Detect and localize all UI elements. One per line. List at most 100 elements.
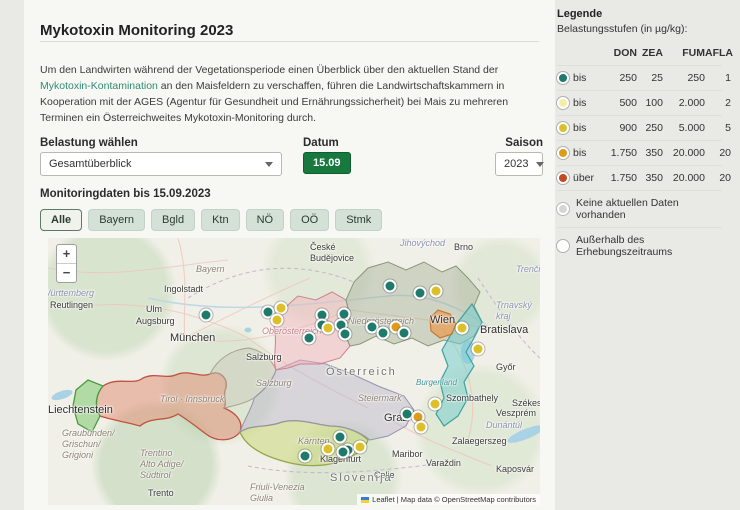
saison-select[interactable]: 2023 <box>495 152 543 176</box>
tab-stmk[interactable]: Stmk <box>335 209 382 231</box>
map-attribution: Leaflet | Map data © OpenStreetMap contr… <box>357 494 540 505</box>
legend-value-don: 1.750 <box>599 172 637 184</box>
monitoring-marker-l3[interactable] <box>415 421 428 434</box>
zoom-out-button[interactable]: − <box>57 263 76 282</box>
legend-extra-row: Keine aktuellen Daten vorhanden <box>557 191 722 228</box>
monitoring-marker-l3[interactable] <box>322 443 335 456</box>
legend-row: bis9002505.0005 <box>557 116 722 141</box>
monitoring-marker-l3[interactable] <box>322 322 335 335</box>
map-label: Trentino Alto Adige/ Südtirol <box>140 448 183 480</box>
legend-sidebar: Legende Belastungsstufen (in µg/kg): DON… <box>557 8 722 264</box>
map-label: Ingolstadt <box>164 284 203 295</box>
saison-label: Saison <box>463 137 543 149</box>
monitoring-marker-l1[interactable] <box>334 431 347 444</box>
monitoring-marker-l3[interactable] <box>271 314 284 327</box>
map-label: Zalaegerszeg <box>452 436 507 447</box>
legend-value-zea: 250 <box>637 122 663 134</box>
monitoring-note: Monitoringdaten bis 15.09.2023 <box>40 188 211 200</box>
belastung-label: Belastung wählen <box>40 137 138 149</box>
map-label: Székesfehérvár <box>512 398 540 409</box>
legend-value-zea: 100 <box>637 97 663 109</box>
map-label: Trento <box>148 488 174 499</box>
monitoring-marker-l1[interactable] <box>377 327 390 340</box>
map-label: Wien <box>430 314 455 327</box>
chevron-down-icon <box>536 162 544 167</box>
map-label: Österreich <box>326 366 397 379</box>
tab-nö[interactable]: NÖ <box>246 209 285 231</box>
datum-badge[interactable]: 15.09 <box>303 152 351 174</box>
legend-value-fum: 5.000 <box>663 122 705 134</box>
tab-alle[interactable]: Alle <box>40 209 82 231</box>
tab-oö[interactable]: OÖ <box>290 209 329 231</box>
monitoring-marker-l1[interactable] <box>299 450 312 463</box>
region-tirol[interactable] <box>96 373 240 440</box>
monitoring-marker-l3[interactable] <box>354 441 367 454</box>
monitoring-marker-l1[interactable] <box>414 287 427 300</box>
monitoring-marker-l1[interactable] <box>384 280 397 293</box>
belastung-select[interactable]: Gesamtüberblick <box>40 152 282 176</box>
legend-level-dot-l2 <box>557 97 569 109</box>
legend-qualifier: bis <box>573 72 586 84</box>
legend-value-don: 250 <box>599 72 637 84</box>
legend-row: bis1.75035020.00020 <box>557 141 722 166</box>
ukraine-flag-icon <box>361 497 369 503</box>
legend-value-don: 500 <box>599 97 637 109</box>
legend-value-fum: 250 <box>663 72 705 84</box>
monitoring-marker-l1[interactable] <box>337 446 350 459</box>
monitoring-marker-l3[interactable] <box>429 398 442 411</box>
map-regions-layer <box>48 238 540 505</box>
monitoring-marker-l3[interactable] <box>430 285 443 298</box>
map-label: Salzburg <box>246 352 282 363</box>
legend-qualifier: bis <box>573 97 586 109</box>
legend-table: DONZEAFUMAFLAbis250252501bis5001002.0002… <box>557 45 722 264</box>
legend-value-fum: 20.000 <box>663 147 705 159</box>
map-label: Jihovýchod <box>400 238 445 249</box>
legend-value-afla: 1 <box>705 72 731 84</box>
map-label: Augsburg <box>136 316 175 327</box>
legend-value-afla: 2 <box>705 97 731 109</box>
tab-bayern[interactable]: Bayern <box>88 209 145 231</box>
page-title: Mykotoxin Monitoring 2023 <box>40 22 233 39</box>
map-label: České Budějovice <box>310 242 354 264</box>
map-label: Friuli-Venezia Giulia <box>250 482 305 504</box>
legend-level-dot-nodata <box>557 203 569 215</box>
monitoring-marker-l1[interactable] <box>398 327 411 340</box>
map-label: Trenčiansky <box>516 264 540 275</box>
legend-title: Legende <box>557 8 722 20</box>
belastung-selected-value: Gesamtüberblick <box>49 158 132 170</box>
map-label: Liechtenstein <box>48 404 113 417</box>
map-label: Ulm <box>146 304 162 315</box>
monitoring-marker-l1[interactable] <box>303 332 316 345</box>
map-label: Tirol · Innsbruck <box>160 394 224 405</box>
map-label: Szombathely <box>446 393 498 404</box>
attribution-text: Leaflet | Map data © OpenStreetMap contr… <box>372 495 536 504</box>
datum-label: Datum <box>303 137 339 149</box>
legend-level-dot-l3 <box>557 122 569 134</box>
legend-row: über1.75035020.00020 <box>557 166 722 191</box>
monitoring-marker-l1[interactable] <box>339 328 352 341</box>
legend-level-dot-l4 <box>557 147 569 159</box>
map-label: Slovenija <box>330 472 393 485</box>
map-label: Steiermark <box>358 393 402 404</box>
map-canvas[interactable]: + − Leaflet | Map data © OpenStreetMap c… <box>48 238 540 505</box>
zoom-in-button[interactable]: + <box>57 245 76 263</box>
chevron-down-icon <box>265 162 273 167</box>
legend-level-dot-l5 <box>557 172 569 184</box>
legend-qualifier: über <box>573 172 594 184</box>
map-label: Brno <box>454 242 473 253</box>
map-label: Dunántúl <box>486 420 522 431</box>
map-label: Württemberg <box>48 288 94 299</box>
tab-ktn[interactable]: Ktn <box>201 209 240 231</box>
legend-column-header: AFLA <box>705 47 731 59</box>
legend-value-don: 1.750 <box>599 147 637 159</box>
legend-column-header: ZEA <box>637 47 663 59</box>
legend-level-dot-l1 <box>557 72 569 84</box>
legend-column-header: FUM <box>663 47 705 59</box>
monitoring-marker-l3[interactable] <box>456 322 469 335</box>
mykotoxin-kontamination-link[interactable]: Mykotoxin-Kontamination <box>40 80 158 92</box>
monitoring-marker-l1[interactable] <box>200 309 213 322</box>
tab-bgld[interactable]: Bgld <box>151 209 195 231</box>
lake-chiemsee <box>245 328 252 333</box>
legend-extra-label: Keine aktuellen Daten vorhanden <box>576 197 722 221</box>
monitoring-marker-l3[interactable] <box>472 343 485 356</box>
